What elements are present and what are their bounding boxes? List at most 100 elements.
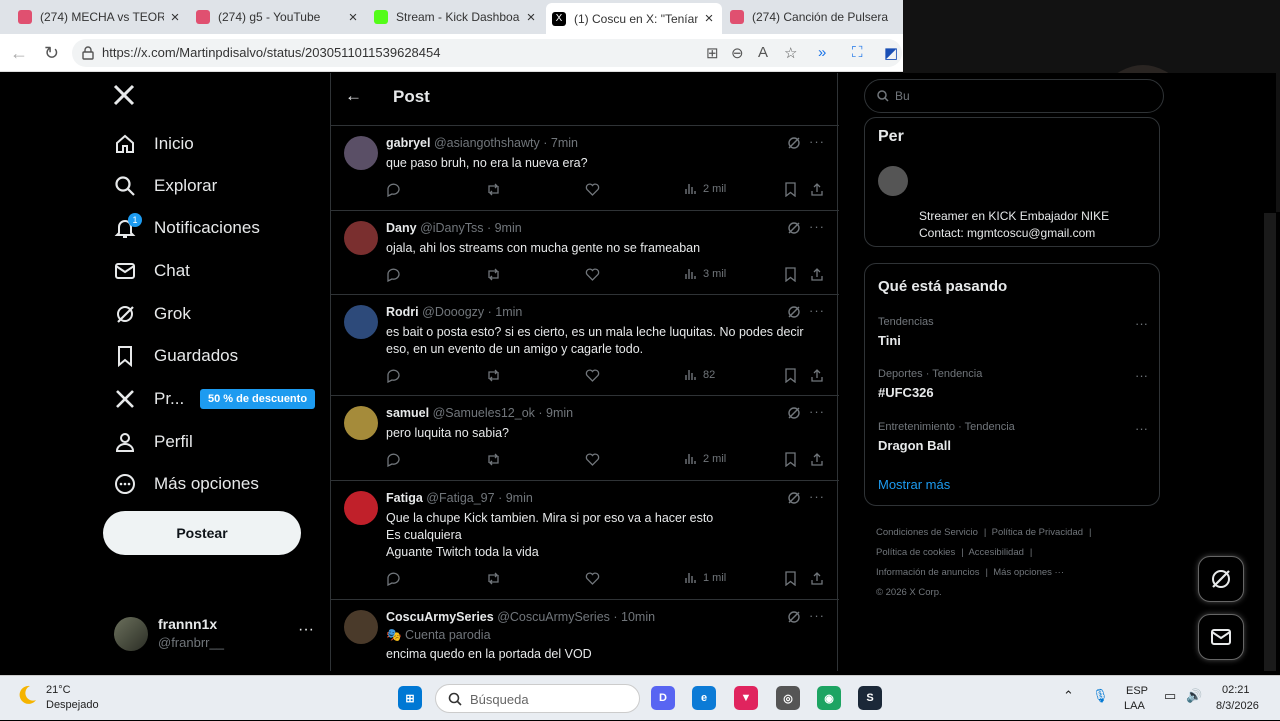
like-icon[interactable] <box>585 182 600 197</box>
views-count[interactable]: 3 mil <box>684 267 726 280</box>
reply-post[interactable]: samuel @Samueles12_ok · 9min ··· pero luqu… <box>331 396 839 481</box>
views-count[interactable]: 2 mil <box>684 182 726 195</box>
edge-icon[interactable]: e <box>692 686 716 710</box>
footer-link[interactable]: Política de Privacidad <box>992 527 1083 538</box>
reply-post[interactable]: CoscuArmySeries @CoscuArmySeries · 10min… <box>331 600 839 671</box>
favorite-star-icon[interactable]: ☆ <box>784 44 797 62</box>
reply-post[interactable]: Fatiga @Fatiga_97 · 9min ··· Que la chupe … <box>331 481 839 600</box>
reply-author-handle[interactable]: @asiangothshawty <box>434 136 540 150</box>
weather-widget[interactable]: 21°C Despejado <box>16 684 99 711</box>
more-icon[interactable]: ··· <box>809 134 825 149</box>
taskbar-search[interactable]: Búsqueda <box>435 684 640 713</box>
share-icon[interactable] <box>810 571 824 586</box>
nav-chat[interactable]: Chat <box>112 256 190 286</box>
back-arrow-icon[interactable]: ← <box>345 86 362 106</box>
x-logo-icon[interactable] <box>112 83 136 107</box>
volume-icon[interactable]: 🔊 <box>1186 688 1202 704</box>
show-more-link[interactable]: Mostrar más <box>878 477 950 492</box>
bookmark-icon[interactable] <box>784 452 797 467</box>
close-tab-icon[interactable]: × <box>702 10 716 27</box>
post-button[interactable]: Postear <box>103 511 301 555</box>
grok-explain-icon[interactable] <box>787 305 801 319</box>
share-icon[interactable] <box>810 182 824 197</box>
trend-item[interactable]: Tendencias Tini ··· <box>878 316 1148 348</box>
more-icon[interactable]: ··· <box>1135 421 1148 436</box>
browser-tab-5[interactable]: (274) Canción de Pulsera <box>724 5 900 29</box>
clock-time[interactable]: 02:21 <box>1222 684 1250 696</box>
account-switcher[interactable]: frannn1x @franbrr__ ··· <box>114 613 324 657</box>
reply-icon[interactable] <box>386 571 401 586</box>
microphone-icon[interactable]: 🎙 <box>1092 688 1109 704</box>
more-icon[interactable]: ··· <box>809 608 825 623</box>
more-icon[interactable]: ··· <box>809 489 825 504</box>
reply-icon[interactable] <box>386 452 401 467</box>
reply-time[interactable]: 9min <box>495 221 522 235</box>
network-icon[interactable]: ▭ <box>1164 688 1176 704</box>
footer-link[interactable]: Más opciones ··· <box>993 567 1064 578</box>
bookmark-icon[interactable] <box>784 182 797 197</box>
start-icon[interactable]: ⊞ <box>398 686 422 710</box>
discount-badge[interactable]: 50 % de descuento <box>200 389 316 409</box>
browser-tab-3[interactable]: Stream - Kick Dashboard × <box>368 5 544 29</box>
reply-icon[interactable] <box>386 368 401 383</box>
reply-post[interactable]: Dany @iDanyTss · 9min ··· ojala, ahi los s… <box>331 211 839 295</box>
footer-link[interactable]: Accesibilidad <box>968 547 1023 558</box>
more-icon[interactable]: ··· <box>298 621 314 639</box>
chrome-icon[interactable]: ◉ <box>817 686 841 710</box>
close-tab-icon[interactable]: × <box>168 9 182 26</box>
reply-time[interactable]: 1min <box>495 305 522 319</box>
nav-premium[interactable]: Pr... <box>112 384 184 414</box>
grok-explain-icon[interactable] <box>787 136 801 150</box>
reply-author-handle[interactable]: @Samueles12_ok <box>433 406 535 420</box>
avatar[interactable] <box>344 221 378 255</box>
chevron-up-icon[interactable]: ⌃ <box>1063 688 1074 704</box>
screenshot-icon[interactable]: ⛶ <box>852 44 863 61</box>
grok-explain-icon[interactable] <box>787 491 801 505</box>
like-icon[interactable] <box>585 571 600 586</box>
reply-author-handle[interactable]: @iDanyTss <box>420 221 483 235</box>
browser-tab-4[interactable]: X (1) Coscu en X: "Teníamos × <box>546 3 722 34</box>
footer-link[interactable]: Información de anuncios <box>876 567 980 578</box>
repost-icon[interactable] <box>486 452 501 467</box>
reply-author-name[interactable]: Fatiga <box>386 491 423 505</box>
trend-item[interactable]: Entretenimiento · Tendencia Dragon Ball … <box>878 421 1148 453</box>
reply-icon[interactable] <box>386 267 401 282</box>
avatar[interactable] <box>344 136 378 170</box>
grok-fab[interactable] <box>1198 556 1244 602</box>
nav-guardados[interactable]: Guardados <box>112 341 238 371</box>
like-icon[interactable] <box>585 368 600 383</box>
avatar[interactable] <box>344 406 378 440</box>
more-icon[interactable]: ··· <box>1135 316 1148 331</box>
reply-icon[interactable] <box>386 182 401 197</box>
bookmark-icon[interactable] <box>784 571 797 586</box>
nav-explorar[interactable]: Explorar <box>112 171 217 201</box>
grok-explain-icon[interactable] <box>787 406 801 420</box>
repost-icon[interactable] <box>486 571 501 586</box>
like-icon[interactable] <box>585 452 600 467</box>
browser-tab-1[interactable]: (274) MECHA vs TEOREMA × <box>12 5 188 29</box>
avatar[interactable] <box>344 610 378 644</box>
reply-author-name[interactable]: samuel <box>386 406 429 420</box>
app-icon[interactable]: ▼ <box>734 686 758 710</box>
views-count[interactable]: 2 mil <box>684 452 726 465</box>
more-icon[interactable]: ··· <box>809 404 825 419</box>
site-info-icon[interactable] <box>82 46 94 60</box>
bookmark-icon[interactable] <box>784 267 797 282</box>
reply-time[interactable]: 9min <box>546 406 573 420</box>
repost-icon[interactable] <box>486 368 501 383</box>
avatar[interactable] <box>344 491 378 525</box>
more-icon[interactable]: ··· <box>809 303 825 318</box>
more-icon[interactable]: ··· <box>809 219 825 234</box>
share-icon[interactable] <box>810 368 824 383</box>
footer-link[interactable]: Condiciones de Servicio <box>876 527 978 538</box>
avatar[interactable] <box>878 166 908 196</box>
reply-post[interactable]: Rodri @Dooogzy · 1min ··· es bait o posta … <box>331 295 839 396</box>
bookmark-icon[interactable] <box>784 368 797 383</box>
trend-item[interactable]: Deportes · Tendencia #UFC326 ··· <box>878 368 1148 400</box>
repost-icon[interactable] <box>486 182 501 197</box>
clock-date[interactable]: 8/3/2026 <box>1216 700 1259 712</box>
repost-icon[interactable] <box>486 267 501 282</box>
browser-tab-2[interactable]: (274) g5 - YouTube × <box>190 5 366 29</box>
back-icon[interactable]: ← <box>10 43 28 64</box>
grok-explain-icon[interactable] <box>787 221 801 235</box>
